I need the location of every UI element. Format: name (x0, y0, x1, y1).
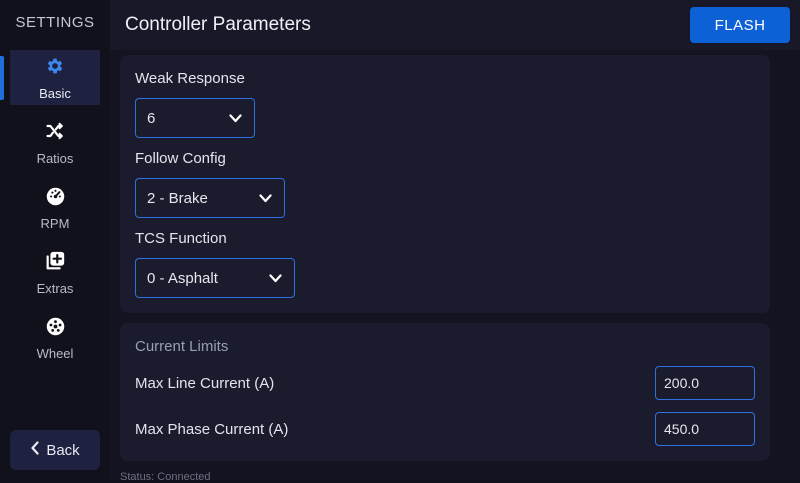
sidebar-item-wheel[interactable]: Wheel (10, 310, 100, 365)
max-line-current-input[interactable] (655, 366, 755, 400)
header: Controller Parameters FLASH (110, 0, 800, 50)
sidebar-item-label: Extras (36, 281, 74, 296)
flash-button[interactable]: FLASH (690, 7, 790, 43)
speedometer-icon (45, 185, 66, 207)
main-panel: Controller Parameters FLASH Weak Respons… (110, 0, 800, 483)
wheel-icon (45, 315, 66, 337)
section-title: Current Limits (135, 338, 229, 355)
sidebar-item-label: Basic (39, 86, 71, 101)
follow-config-select[interactable]: 2 - Brake (135, 178, 285, 218)
shuffle-icon (44, 120, 66, 142)
chevron-down-icon (269, 270, 282, 287)
chevron-left-icon (30, 441, 40, 459)
sidebar-item-rpm[interactable]: RPM (10, 180, 100, 235)
status-text: Status: Connected (120, 471, 211, 483)
sidebar-title: SETTINGS (15, 14, 95, 31)
chevron-down-icon (229, 110, 242, 127)
chevron-down-icon (259, 190, 272, 207)
tcs-function-label: TCS Function (135, 230, 227, 247)
add-stack-icon (44, 250, 66, 272)
max-phase-current-input[interactable] (655, 412, 755, 446)
follow-config-label: Follow Config (135, 150, 226, 167)
sidebar-item-label: Wheel (36, 346, 74, 361)
back-button[interactable]: Back (10, 430, 100, 470)
sidebar-item-label: Ratios (36, 151, 74, 166)
back-label: Back (46, 441, 80, 459)
sidebar-item-label: RPM (40, 216, 70, 231)
weak-response-select[interactable]: 6 (135, 98, 255, 138)
page-title: Controller Parameters (125, 14, 311, 35)
gear-icon (45, 55, 65, 77)
current-limits-card: Current Limits Max Line Current (A) Max … (120, 323, 770, 461)
sidebar-item-ratios[interactable]: Ratios (10, 115, 100, 170)
max-phase-current-label: Max Phase Current (A) (135, 421, 289, 438)
sidebar: SETTINGS Basic Ratios RPM Extras Wheel B… (0, 0, 110, 480)
max-line-current-label: Max Line Current (A) (135, 375, 275, 392)
tcs-function-select[interactable]: 0 - Asphalt (135, 258, 295, 298)
sidebar-item-extras[interactable]: Extras (10, 245, 100, 300)
follow-config-value: 2 - Brake (147, 189, 208, 207)
tcs-function-value: 0 - Asphalt (147, 269, 218, 287)
basic-settings-card: Weak Response 6 Follow Config 2 - Brake … (120, 55, 770, 313)
weak-response-label: Weak Response (135, 70, 245, 87)
weak-response-value: 6 (147, 109, 156, 127)
active-indicator (0, 56, 4, 100)
sidebar-item-basic[interactable]: Basic (10, 50, 100, 105)
